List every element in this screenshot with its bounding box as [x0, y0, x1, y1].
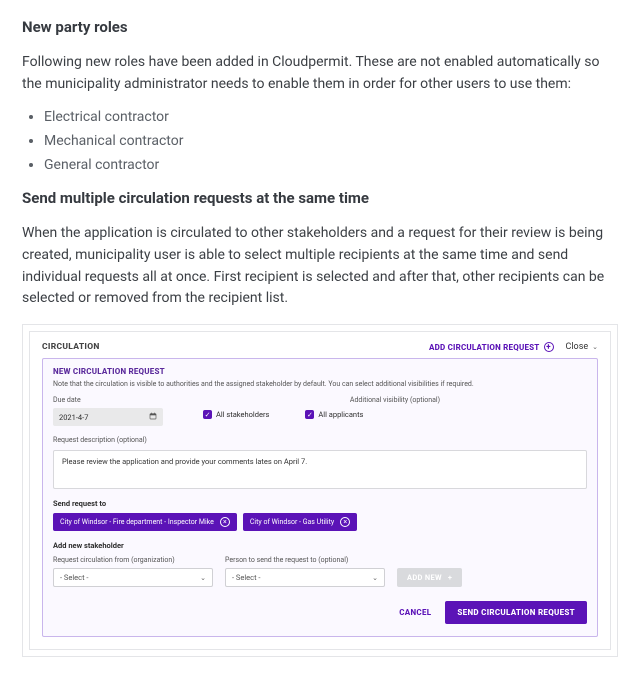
list-item: Electrical contractor [44, 109, 618, 125]
visibility-label: Additional visibility (optional) [203, 396, 587, 404]
chevron-down-icon: ⌄ [372, 574, 378, 582]
recipient-chips: City of Windsor - Fire department - Insp… [53, 513, 587, 531]
section-title-circulation: Send multiple circulation requests at th… [22, 189, 618, 207]
screenshot-frame: CIRCULATION ADD CIRCULATION REQUEST + Cl… [22, 324, 618, 657]
checkbox-all-stakeholders[interactable]: ✓ All stakeholders [203, 410, 269, 419]
person-select[interactable]: - Select - ⌄ [225, 568, 385, 587]
due-date-label: Due date [53, 396, 163, 404]
checkmark-icon: ✓ [203, 410, 212, 419]
circulation-title: CIRCULATION [42, 342, 100, 352]
cancel-button[interactable]: CANCEL [399, 608, 431, 617]
list-item: Mechanical contractor [44, 133, 618, 149]
section-body-circulation: When the application is circulated to ot… [22, 223, 618, 310]
add-circulation-request-label: ADD CIRCULATION REQUEST [429, 343, 540, 352]
select-value: - Select - [232, 573, 260, 582]
person-select-group: Person to send the request to (optional)… [225, 556, 385, 587]
send-request-to-label: Send request to [53, 499, 587, 508]
chevron-down-icon: ⌄ [200, 574, 206, 582]
select-value: - Select - [60, 573, 88, 582]
description-textarea[interactable]: Please review the application and provid… [53, 450, 587, 489]
description-label: Request description (optional) [53, 436, 587, 444]
remove-icon[interactable]: × [220, 517, 230, 527]
add-circulation-request-link[interactable]: ADD CIRCULATION REQUEST + [429, 342, 554, 352]
organization-label: Request circulation from (organization) [53, 556, 213, 564]
section-title-roles: New party roles [22, 18, 618, 36]
calendar-icon [149, 412, 157, 422]
checkmark-icon: ✓ [305, 410, 314, 419]
send-circulation-button[interactable]: SEND CIRCULATION REQUEST [445, 601, 587, 624]
person-label: Person to send the request to (optional) [225, 556, 385, 564]
close-label: Close [566, 342, 589, 352]
visibility-group: Additional visibility (optional) ✓ All s… [203, 396, 587, 426]
plus-icon: + [544, 342, 554, 352]
remove-icon[interactable]: × [340, 517, 350, 527]
checkbox-label: All stakeholders [216, 410, 269, 419]
organization-select-group: Request circulation from (organization) … [53, 556, 213, 587]
checkbox-label: All applicants [318, 410, 363, 419]
chevron-down-icon: ⌄ [592, 343, 598, 351]
close-toggle[interactable]: Close ⌄ [566, 342, 598, 352]
add-stakeholder-label: Add new stakeholder [53, 541, 587, 550]
chip-label: City of Windsor - Gas Utility [250, 518, 334, 526]
roles-list: Electrical contractor Mechanical contrac… [22, 109, 618, 173]
new-circulation-request-box: NEW CIRCULATION REQUEST Note that the ci… [42, 358, 598, 637]
circulation-header: CIRCULATION ADD CIRCULATION REQUEST + Cl… [42, 342, 598, 352]
checkbox-all-applicants[interactable]: ✓ All applicants [305, 410, 363, 419]
request-box-note: Note that the circulation is visible to … [53, 380, 587, 388]
section-intro-roles: Following new roles have been added in C… [22, 52, 618, 95]
organization-select[interactable]: - Select - ⌄ [53, 568, 213, 587]
request-box-title: NEW CIRCULATION REQUEST [53, 367, 587, 376]
list-item: General contractor [44, 157, 618, 173]
description-value: Please review the application and provid… [62, 457, 307, 466]
add-new-label: ADD NEW [407, 573, 442, 582]
due-date-group: Due date 2021-4-7 [53, 396, 163, 426]
due-date-value: 2021-4-7 [59, 413, 88, 422]
chip-label: City of Windsor - Fire department - Insp… [60, 518, 214, 526]
request-footer-actions: CANCEL SEND CIRCULATION REQUEST [53, 601, 587, 624]
recipient-chip[interactable]: City of Windsor - Fire department - Insp… [53, 513, 237, 531]
add-new-button[interactable]: ADD NEW + [397, 568, 462, 587]
plus-icon: + [448, 573, 452, 582]
circulation-panel: CIRCULATION ADD CIRCULATION REQUEST + Cl… [29, 331, 611, 650]
due-date-input[interactable]: 2021-4-7 [53, 408, 163, 426]
recipient-chip[interactable]: City of Windsor - Gas Utility × [243, 513, 357, 531]
